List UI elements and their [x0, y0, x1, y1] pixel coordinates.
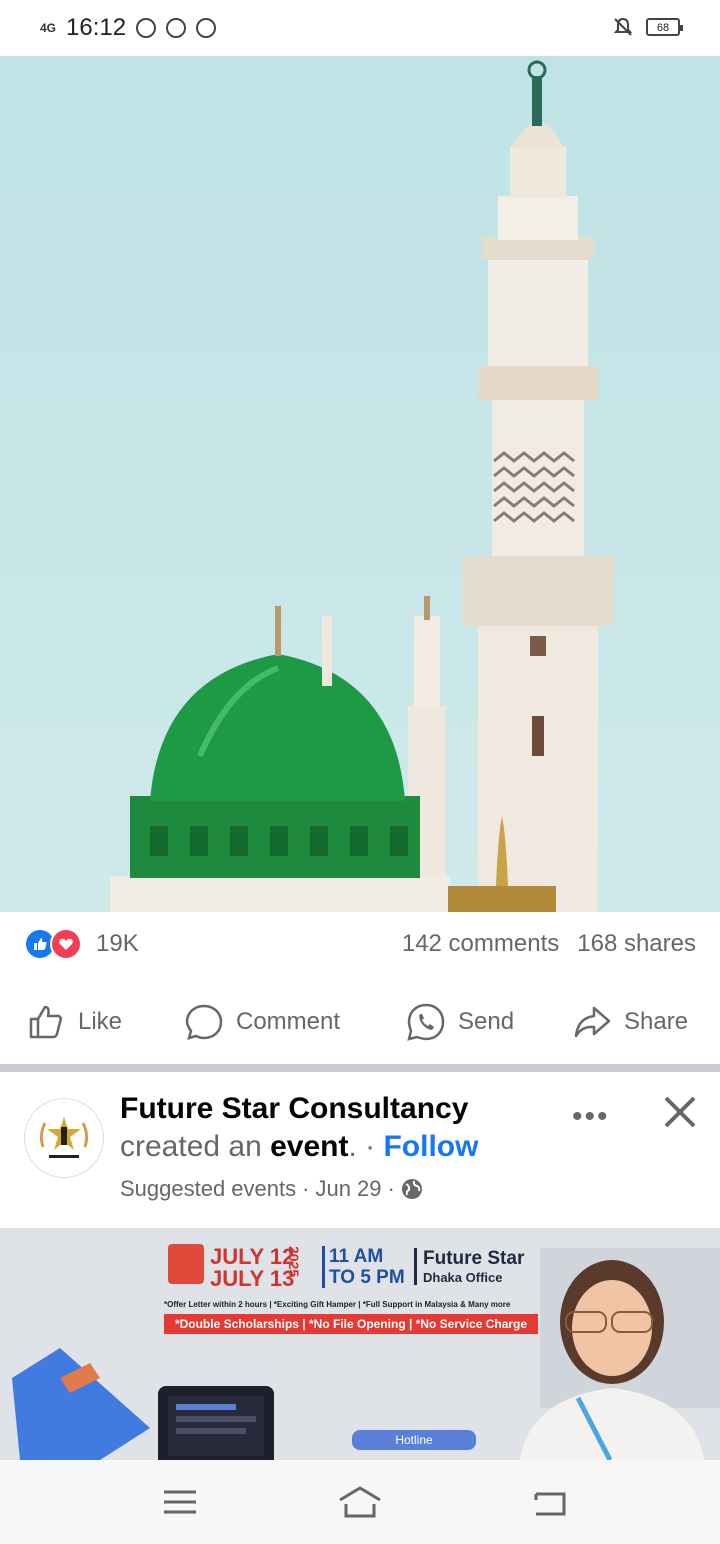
post-date[interactable]: Jun 29	[315, 1176, 381, 1202]
post-photo[interactable]	[0, 56, 720, 912]
comment-label: Comment	[236, 1008, 341, 1035]
share-button[interactable]: Share	[572, 1002, 688, 1042]
signal-indicator: 4G	[40, 20, 57, 35]
shares-count-link[interactable]: 168 shares	[577, 930, 696, 958]
telegram-icon	[166, 18, 187, 38]
page-name[interactable]: Future Star Consultancy	[120, 1092, 468, 1126]
banner-time: 11 AM TO 5 PM	[322, 1246, 405, 1288]
banner-benefits: *Offer Letter within 2 hours | *Exciting…	[164, 1300, 511, 1309]
suggested-label: Suggested events	[120, 1176, 297, 1201]
banner-offer-strip: *Double Scholarships | *No File Opening …	[164, 1314, 538, 1334]
back-icon[interactable]	[530, 1484, 570, 1520]
close-icon[interactable]	[660, 1092, 700, 1132]
post-actions: Like Comment Send Share	[0, 984, 720, 1058]
banner-dates: JULY 12 JULY 13	[210, 1244, 295, 1291]
send-button[interactable]: Send	[406, 1002, 514, 1042]
menu-icon[interactable]	[160, 1484, 200, 1520]
page-avatar[interactable]	[24, 1098, 104, 1178]
event-link[interactable]: event	[270, 1130, 348, 1163]
globe-icon	[401, 1179, 422, 1199]
future-star-logo	[28, 1102, 100, 1174]
share-arrow-icon	[574, 1006, 611, 1038]
feed-separator	[0, 1064, 720, 1072]
whatsapp-icon	[136, 18, 157, 38]
banner-year: 2025	[286, 1246, 302, 1278]
system-nav-bar	[0, 1460, 720, 1544]
comment-icon	[185, 1004, 223, 1040]
follow-button[interactable]: Follow	[383, 1130, 478, 1163]
home-icon[interactable]	[336, 1484, 384, 1520]
app-notification-icon	[196, 18, 217, 38]
battery-indicator: 68	[646, 18, 683, 36]
reactions-summary[interactable]: 19K 142 comments 168 shares	[0, 912, 720, 978]
love-reaction-icon	[50, 928, 82, 960]
like-label: Like	[78, 1008, 123, 1035]
share-label: Share	[624, 1008, 689, 1035]
thumbs-up-icon	[29, 1005, 63, 1039]
reaction-count: 19K	[96, 930, 139, 957]
send-label: Send	[458, 1008, 515, 1035]
clock: 16:12	[66, 14, 127, 41]
banner-brand: Future Star Dhaka Office	[414, 1248, 524, 1285]
mute-bell-icon	[613, 17, 633, 36]
post-action-line: created an event. · Follow	[120, 1130, 479, 1163]
suggested-post-header: Future Star Consultancy created an event…	[0, 1072, 720, 1228]
event-banner-image[interactable]: JULY 12 JULY 13 2025 11 AM TO 5 PM Futur…	[0, 1228, 720, 1460]
post-meta: Suggested events · Jun 29 ·	[120, 1176, 423, 1202]
like-button[interactable]: Like	[26, 1002, 122, 1042]
whatsapp-send-icon	[407, 1003, 445, 1041]
banner-hotline: Hotline	[352, 1430, 476, 1450]
status-bar: 4G 16:12 68	[0, 0, 720, 56]
comment-button[interactable]: Comment	[184, 1002, 340, 1042]
more-options-button[interactable]: •••	[572, 1100, 610, 1134]
comments-count-link[interactable]: 142 comments	[402, 930, 559, 958]
mosque-image	[110, 60, 614, 912]
